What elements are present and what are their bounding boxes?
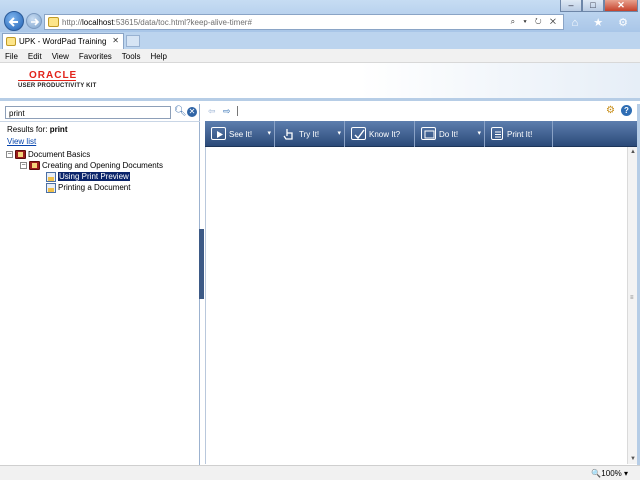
upk-subtitle: USER PRODUCTIVITY KIT	[18, 83, 97, 89]
pane-splitter[interactable]	[199, 229, 204, 299]
tab-title: UPK - WordPad Training	[19, 37, 107, 46]
clear-icon[interactable]: ✕	[187, 107, 197, 117]
mode-print-it[interactable]: Print It!	[485, 121, 553, 147]
tree-label: Creating and Opening Documents	[42, 161, 163, 170]
toolbar-separator	[237, 106, 238, 116]
forward-button[interactable]	[26, 13, 42, 29]
utility-icons: ⚙ ?	[606, 105, 632, 116]
search-divider	[0, 121, 200, 122]
address-bar[interactable]: http://localhost:53615/data/toc.html?kee…	[44, 14, 564, 30]
new-tab-button[interactable]	[126, 35, 140, 47]
minimize-button[interactable]: –	[560, 0, 582, 12]
status-bar: 🔍100% ▾	[0, 465, 640, 480]
topic-icon	[46, 183, 56, 193]
tree-node-printing-document[interactable]: Printing a Document	[46, 183, 130, 193]
results-for: Results for: print	[7, 125, 68, 134]
menu-file[interactable]: File	[0, 49, 23, 62]
playback-mode-bar: See It! ▾ Try It! ▾ Know It? Do It! ▾ Pr…	[205, 121, 637, 147]
mode-try-it[interactable]: Try It! ▾	[275, 121, 345, 147]
browser-title-bar: http://localhost:53615/data/toc.html?kee…	[0, 0, 640, 32]
home-favorites-tools-icons[interactable]: ⌂ ★ ⚙	[572, 16, 634, 29]
next-topic-icon[interactable]: ⇨	[223, 106, 231, 117]
search-value: print	[9, 109, 25, 118]
header-gradient	[360, 63, 640, 98]
topic-content-area	[205, 147, 627, 464]
menu-bar: File Edit View Favorites Tools Help	[0, 49, 640, 63]
toc-pane: print 🔍︎ ✕ Results for: print View list …	[0, 104, 200, 465]
address-tools-icons[interactable]: ⌕ ▾ ↻ ✕	[511, 17, 559, 27]
vertical-scrollbar[interactable]: ▲ ≡ ▼	[627, 147, 637, 464]
tree-node-creating-opening[interactable]: − Creating and Opening Documents	[20, 161, 163, 171]
view-list-link[interactable]: View list	[7, 137, 36, 146]
menu-view[interactable]: View	[47, 49, 74, 62]
tree-node-document-basics[interactable]: − Document Basics	[6, 150, 91, 160]
mode-see-it[interactable]: See It! ▾	[205, 121, 275, 147]
dropdown-arrow-icon[interactable]: ▾	[337, 129, 341, 137]
tab-close-icon[interactable]: ✕	[112, 36, 119, 45]
mode-label: Know It?	[369, 130, 401, 139]
mode-do-it[interactable]: Do It! ▾	[415, 121, 485, 147]
content-toolbar: ⇦ ⇨ ⚙ ?	[204, 104, 640, 118]
book-icon	[15, 150, 26, 160]
scroll-up-icon[interactable]: ▲	[630, 149, 636, 155]
logo-rule	[18, 80, 76, 81]
upk-header: ORACLE USER PRODUCTIVITY KIT	[0, 63, 640, 101]
tree-label: Printing a Document	[58, 183, 131, 193]
results-term: print	[49, 125, 68, 134]
mode-label: Do It!	[439, 130, 459, 139]
help-icon[interactable]: ?	[621, 105, 632, 116]
close-window-button[interactable]: ✕	[604, 0, 638, 12]
mode-know-it[interactable]: Know It?	[345, 121, 415, 147]
menu-favorites[interactable]: Favorites	[74, 49, 117, 62]
back-button[interactable]	[4, 11, 24, 31]
scroll-down-icon[interactable]: ▼	[630, 456, 636, 462]
mode-label: Try It!	[299, 130, 320, 139]
scroll-grip-icon[interactable]: ≡	[630, 295, 634, 301]
mode-label: See It!	[229, 130, 253, 139]
collapse-icon[interactable]: −	[6, 151, 13, 159]
topic-icon	[46, 172, 56, 182]
menu-help[interactable]: Help	[145, 49, 171, 62]
tree-label-selected: Using Print Preview	[58, 172, 130, 182]
menu-edit[interactable]: Edit	[23, 49, 47, 62]
tab-upk-wordpad[interactable]: UPK - WordPad Training ✕	[2, 33, 124, 49]
window-controls: – □ ✕	[560, 0, 638, 12]
tree-label: Document Basics	[28, 150, 91, 159]
mode-label: Print It!	[507, 130, 533, 139]
tab-page-icon	[6, 37, 16, 46]
collapse-icon[interactable]: −	[20, 162, 27, 170]
tree-node-using-print-preview[interactable]: Using Print Preview	[46, 172, 130, 182]
document-icon	[491, 127, 503, 140]
dropdown-arrow-icon[interactable]: ▾	[267, 129, 271, 137]
checklist-icon	[351, 127, 366, 140]
address-url: http://localhost:53615/data/toc.html?kee…	[62, 18, 252, 27]
search-icon[interactable]: 🔍︎	[174, 106, 187, 118]
menu-tools[interactable]: Tools	[117, 49, 146, 62]
hand-pointer-icon	[281, 127, 296, 140]
window-icon	[421, 127, 436, 140]
previous-topic-icon[interactable]: ⇦	[208, 106, 216, 117]
dropdown-arrow-icon[interactable]: ▾	[477, 129, 481, 137]
forward-arrow-icon	[31, 18, 40, 26]
zoom-level[interactable]: 🔍100% ▾	[591, 469, 628, 478]
page-icon	[48, 17, 59, 27]
tab-row: UPK - WordPad Training ✕	[0, 32, 640, 49]
tools-icon[interactable]: ⚙	[606, 105, 617, 116]
back-arrow-icon	[8, 17, 18, 27]
play-icon	[211, 127, 226, 140]
search-input[interactable]: print	[5, 106, 171, 119]
maximize-button[interactable]: □	[582, 0, 604, 12]
book-icon	[29, 161, 40, 171]
